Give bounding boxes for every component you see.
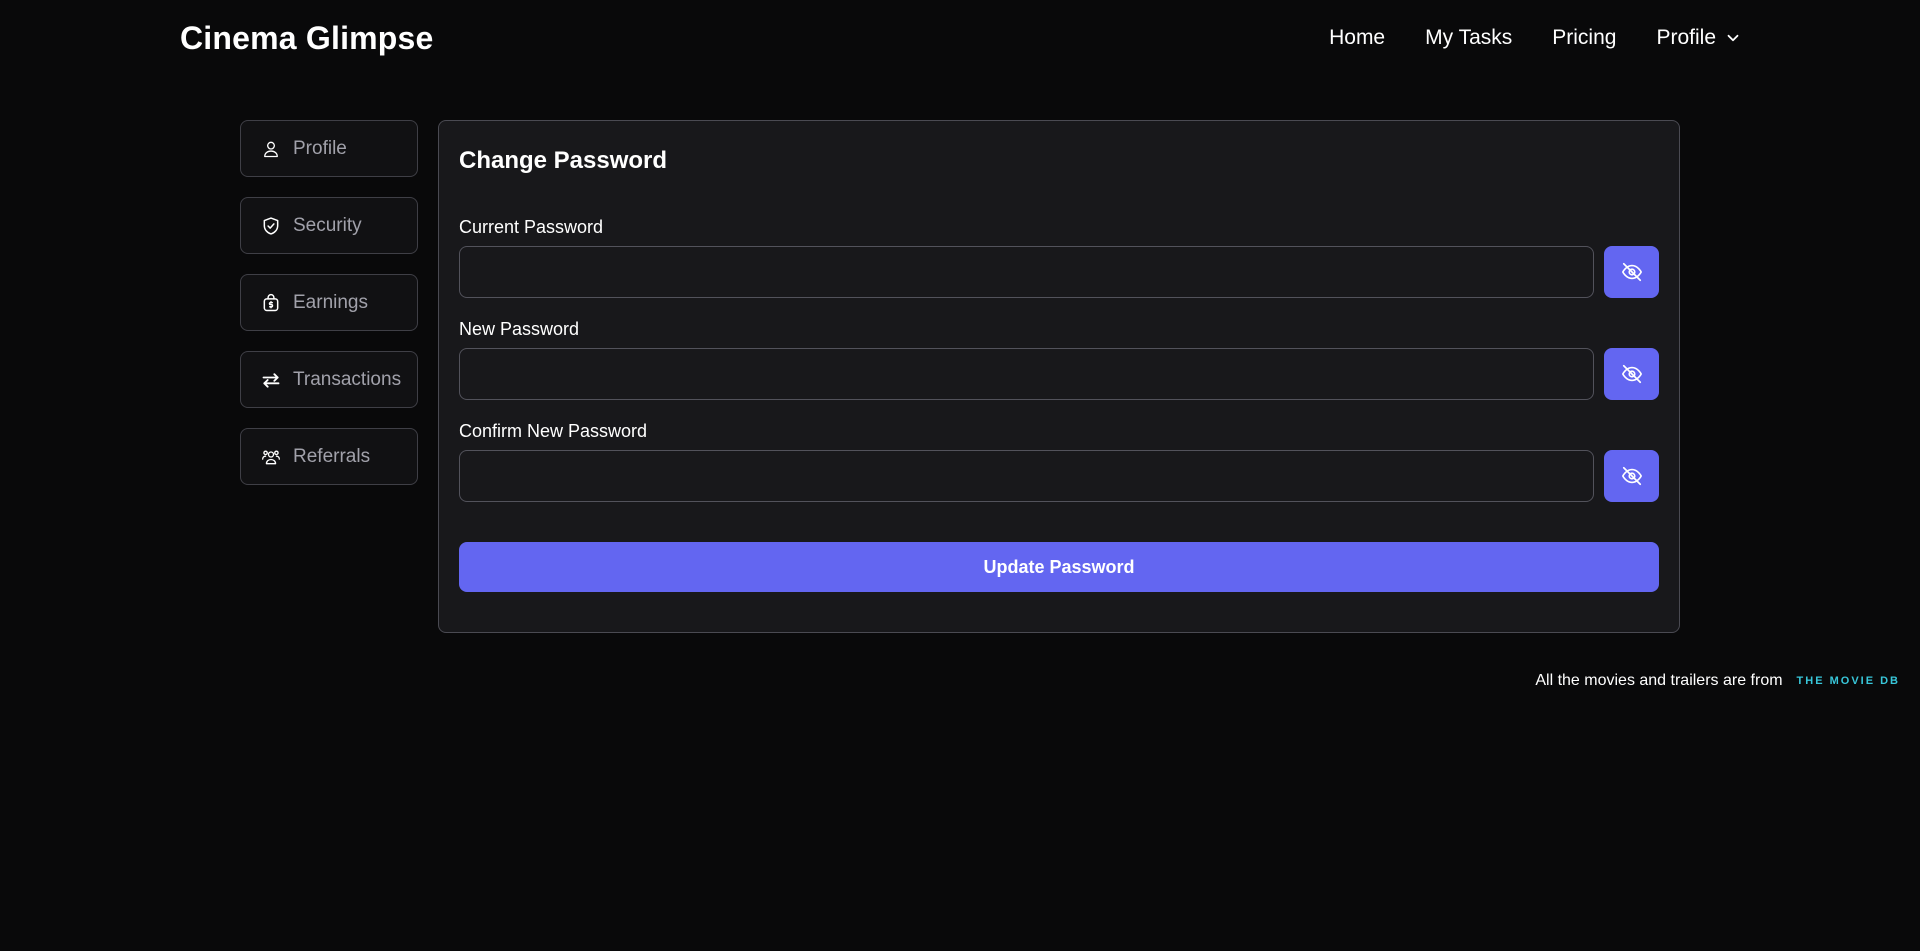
sidebar-item-referrals[interactable]: Referrals	[240, 428, 418, 485]
user-icon	[264, 141, 278, 157]
sidebar-item-label: Referrals	[293, 445, 371, 467]
shield-check-icon	[263, 216, 279, 235]
eye-off-icon	[1621, 364, 1642, 384]
confirm-password-group: Confirm New Password	[459, 421, 1659, 502]
new-password-group: New Password	[459, 319, 1659, 400]
page: Cinema Glimpse Home My Tasks Pricing Pro…	[0, 0, 1920, 951]
settings-sidebar: Profile Security Earnings Transactions R…	[240, 120, 418, 485]
tmdb-credit: All the movies and trailers are from THE…	[1535, 672, 1900, 690]
new-password-row	[459, 348, 1659, 400]
new-password-input[interactable]	[459, 348, 1594, 400]
tmdb-logo-text: THE MOVIE DB	[1796, 675, 1900, 687]
confirm-password-label: Confirm New Password	[459, 421, 648, 441]
top-navbar: Cinema Glimpse Home My Tasks Pricing Pro…	[0, 0, 1920, 80]
nav-profile-label: Profile	[1656, 26, 1716, 49]
new-password-label: New Password	[459, 319, 580, 339]
sidebar-item-profile[interactable]: Profile	[240, 120, 418, 177]
nav-links: Home My Tasks Pricing Profile	[1329, 26, 1742, 50]
confirm-password-row	[459, 450, 1659, 502]
change-password-card: Change Password Current Password New Pas…	[438, 120, 1680, 633]
update-password-button[interactable]: Update Password	[459, 542, 1659, 592]
current-password-label: Current Password	[459, 217, 604, 237]
current-password-group: Current Password	[459, 217, 1659, 298]
current-password-input[interactable]	[459, 246, 1594, 298]
sidebar-item-label: Transactions	[293, 368, 402, 390]
users-icon	[262, 450, 280, 464]
arrows-swap-icon	[262, 372, 280, 388]
nav-home[interactable]: Home	[1329, 26, 1385, 50]
toggle-confirm-password-button[interactable]	[1604, 450, 1659, 502]
credit-text: All the movies and trailers are from	[1535, 672, 1783, 689]
chevron-down-icon	[1727, 34, 1739, 42]
sidebar-item-security[interactable]: Security	[240, 197, 418, 254]
sidebar-item-transactions[interactable]: Transactions	[240, 351, 418, 408]
current-password-row	[459, 246, 1659, 298]
eye-off-icon	[1621, 262, 1642, 282]
eye-off-icon	[1621, 466, 1642, 486]
tmdb-logo[interactable]: THE MOVIE DB	[1797, 675, 1900, 687]
nav-my-tasks[interactable]: My Tasks	[1425, 26, 1512, 50]
sidebar-item-label: Earnings	[293, 291, 368, 313]
money-bag-icon	[263, 293, 279, 311]
sidebar-item-earnings[interactable]: Earnings	[240, 274, 418, 331]
sidebar-item-label: Security	[293, 214, 362, 236]
toggle-current-password-button[interactable]	[1604, 246, 1659, 298]
sidebar-item-label: Profile	[293, 137, 347, 159]
toggle-new-password-button[interactable]	[1604, 348, 1659, 400]
nav-pricing[interactable]: Pricing	[1552, 26, 1616, 50]
confirm-password-input[interactable]	[459, 450, 1594, 502]
card-title: Change Password	[459, 147, 668, 174]
nav-profile-dropdown[interactable]: Profile	[1656, 26, 1742, 50]
brand-logo[interactable]: Cinema Glimpse	[180, 20, 434, 57]
